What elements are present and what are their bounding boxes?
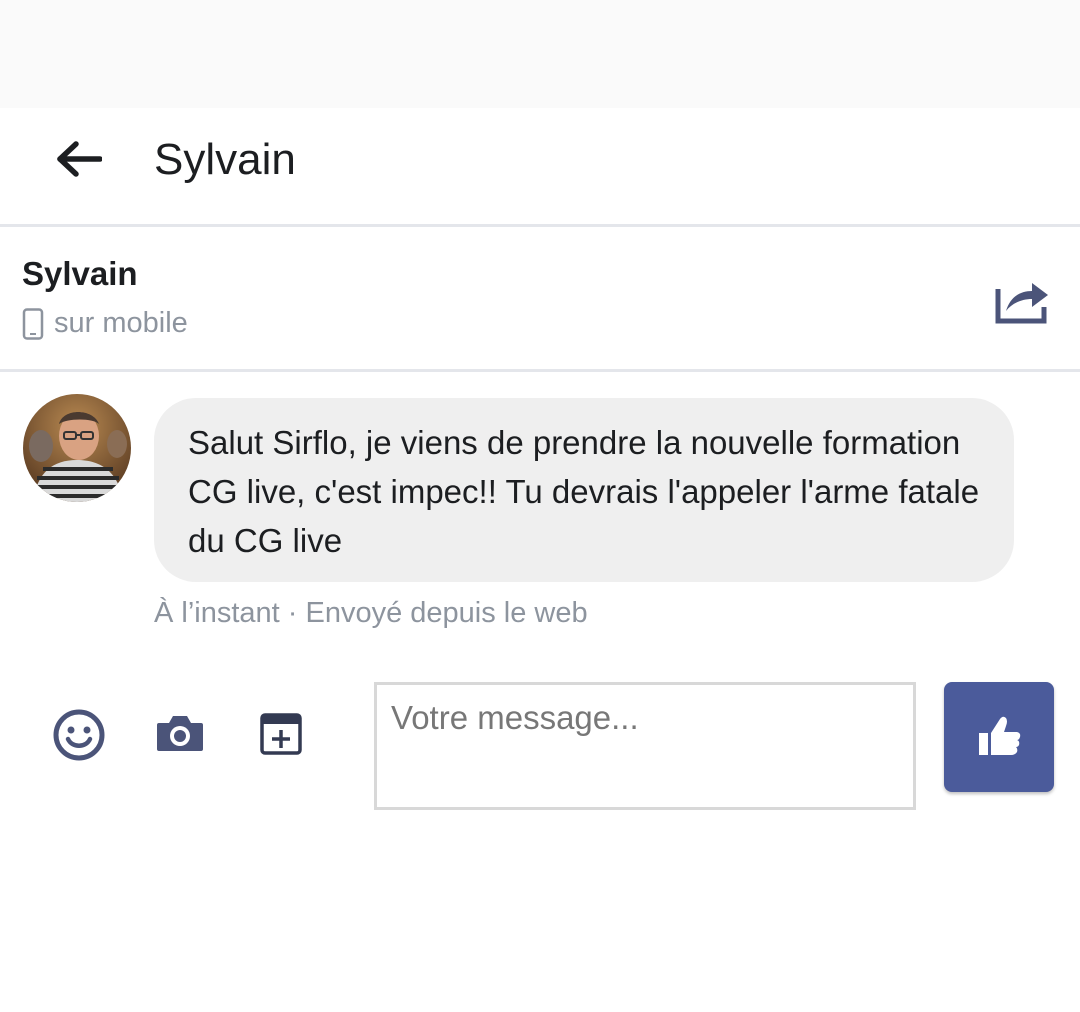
message-input[interactable]	[374, 682, 916, 810]
contact-status: sur mobile	[54, 307, 188, 339]
back-button[interactable]	[48, 134, 108, 184]
message-bubble[interactable]: Salut Sirflo, je viens de prendre la nou…	[154, 398, 1014, 582]
status-bar-area	[0, 0, 1080, 108]
divider	[0, 369, 1080, 372]
share-forward-icon	[995, 283, 1048, 324]
smiley-icon[interactable]	[52, 708, 106, 762]
back-arrow-icon	[57, 141, 102, 177]
message-meta: À l’instant · Envoyé depuis le web	[154, 597, 588, 629]
page-title: Sylvain	[154, 135, 296, 184]
mobile-phone-icon	[22, 307, 44, 340]
conversation-header: Sylvain	[0, 108, 1080, 226]
profile-photo	[23, 394, 131, 502]
share-button[interactable]	[994, 277, 1050, 325]
like-send-button[interactable]	[944, 682, 1054, 792]
camera-icon[interactable]	[155, 713, 205, 753]
thumbs-up-icon	[979, 716, 1021, 755]
contact-name[interactable]: Sylvain	[22, 255, 138, 293]
sticker-add-icon[interactable]	[259, 712, 303, 756]
avatar[interactable]	[23, 394, 131, 502]
contact-status-row: sur mobile	[22, 307, 188, 340]
contact-info: Sylvain sur mobile	[0, 227, 1080, 370]
